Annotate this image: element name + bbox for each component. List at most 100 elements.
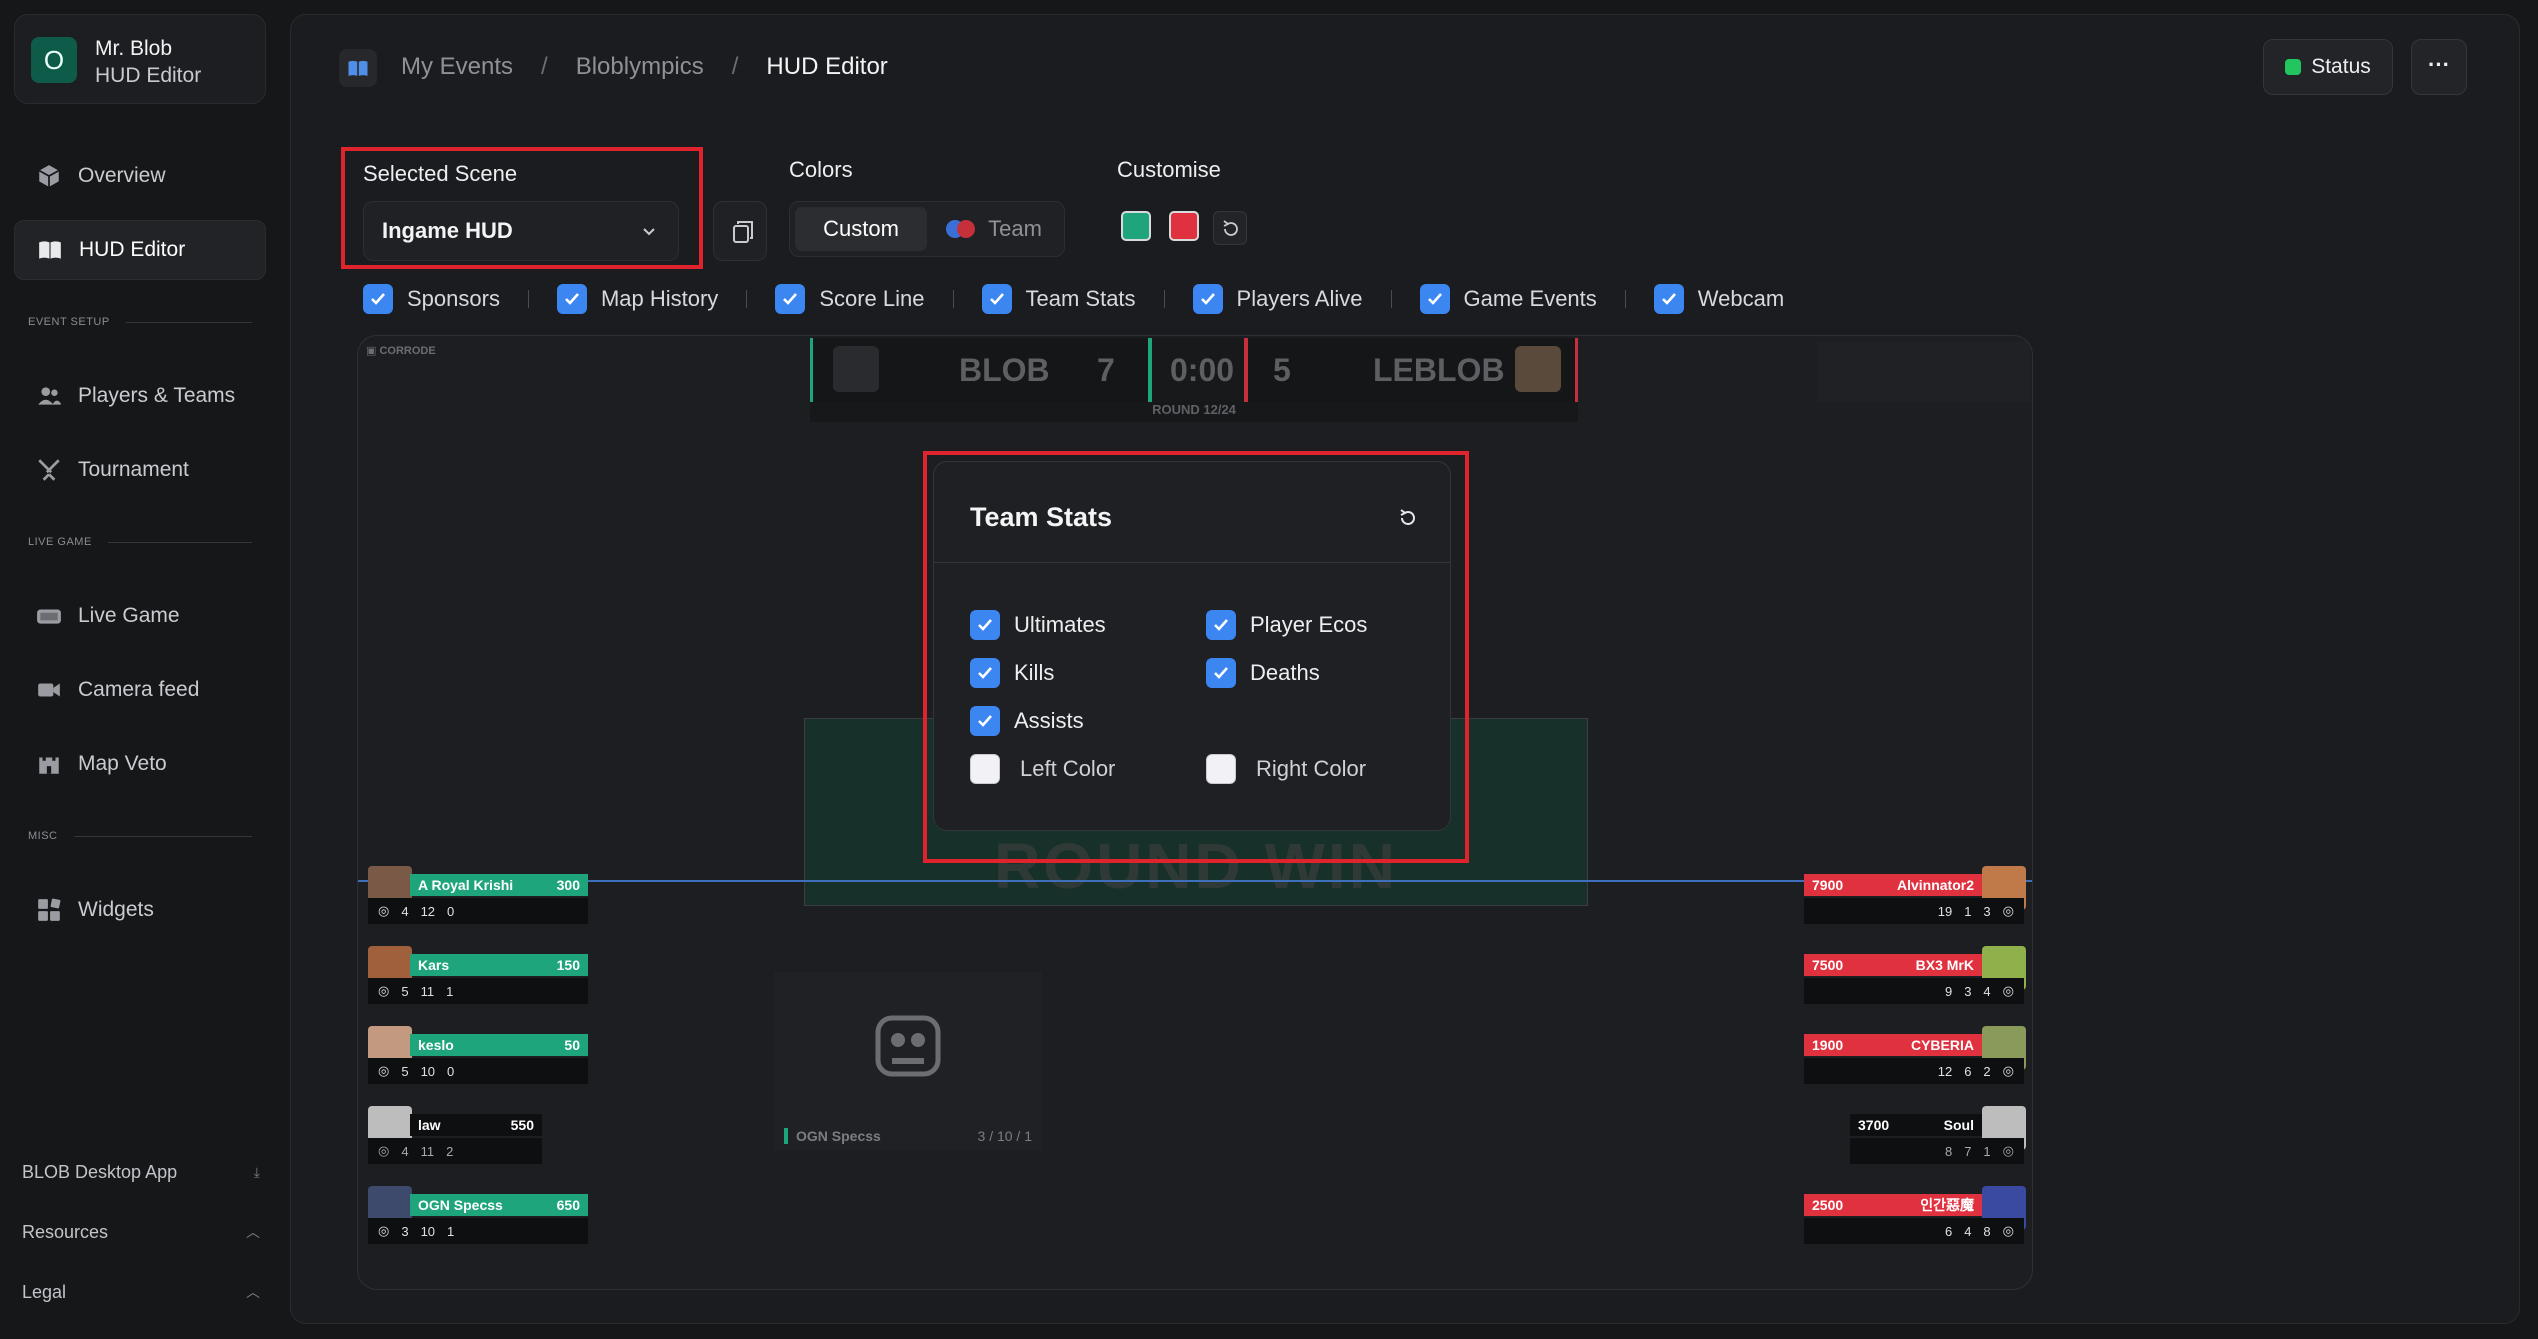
option-ultimates[interactable]: Ultimates: [970, 610, 1106, 640]
option-player-ecos[interactable]: Player Ecos: [1206, 610, 1367, 640]
swords-icon: [38, 459, 60, 481]
option-left-color[interactable]: Left Color: [970, 754, 1115, 784]
player-card-left-dead[interactable]: law 550 ◎ 4 11 2: [364, 1106, 544, 1164]
chevron-down-icon: [643, 228, 655, 236]
option-kills-label: Kills: [1014, 660, 1055, 685]
duplicate-scene-button[interactable]: [713, 201, 767, 261]
toggle-webcam[interactable]: Webcam: [1653, 284, 1784, 314]
player-deaths: 1: [1964, 903, 1972, 919]
colors-option-team-label: Team: [988, 216, 1042, 241]
toggle-players-alive-label: Players Alive: [1236, 286, 1363, 311]
right-color-swatch[interactable]: [1169, 211, 1199, 241]
player-deaths: 11: [420, 983, 435, 999]
checkbox-checked[interactable]: [970, 658, 1000, 688]
more-options-button[interactable]: ···: [2411, 39, 2467, 95]
toggle-map-history[interactable]: Map History: [556, 284, 718, 314]
checkbox-checked[interactable]: [1206, 610, 1236, 640]
nav-players-teams[interactable]: Players & Teams: [14, 366, 266, 426]
player-card-right[interactable]: 7900 Alvinnator2 19 1 3 ◎: [1802, 866, 2028, 924]
player-assists: 2: [446, 1143, 454, 1159]
reset-colors-button[interactable]: [1213, 211, 1247, 245]
webcam-player-stats: 3 / 10 / 1: [977, 1128, 1032, 1144]
selected-scene-label: Selected Scene: [363, 161, 518, 186]
toggle-game-events[interactable]: Game Events: [1419, 284, 1597, 314]
divider: [358, 880, 2032, 882]
legal-menu[interactable]: Legal ︿: [22, 1272, 260, 1312]
player-deaths: 4: [1964, 1223, 1972, 1239]
gamepad-icon: [37, 609, 61, 624]
checkbox-checked[interactable]: [1192, 284, 1223, 314]
checkbox-checked[interactable]: [775, 284, 806, 314]
left-color-swatch[interactable]: [1121, 211, 1151, 241]
player-credits: 50: [564, 1037, 580, 1053]
player-card-right[interactable]: 1900 CYBERIA 12 6 2 ◎: [1802, 1026, 2028, 1084]
team-right-name: LEBLOB: [1373, 352, 1505, 388]
player-card-left[interactable]: Kars 150 ◎ 5 11 1: [364, 946, 590, 1004]
player-assists: 3: [1983, 903, 1991, 919]
toggle-sponsors[interactable]: Sponsors: [363, 284, 500, 314]
section-live-game: LIVE GAME: [28, 536, 252, 548]
user-avatar: O: [31, 37, 77, 83]
map-history-widget[interactable]: [1818, 342, 2030, 402]
checkbox-checked[interactable]: [970, 610, 1000, 640]
divider: [952, 290, 954, 308]
option-player-ecos-label: Player Ecos: [1250, 612, 1368, 637]
toggle-score-line[interactable]: Score Line: [775, 284, 925, 314]
webcam-widget[interactable]: OGN Specss 3 / 10 / 1: [774, 972, 1042, 1150]
toggle-players-alive[interactable]: Players Alive: [1192, 284, 1363, 314]
checkbox-checked[interactable]: [1653, 284, 1684, 314]
desktop-app-label: BLOB Desktop App: [22, 1161, 178, 1182]
player-assists: 1: [1983, 1143, 1991, 1159]
option-right-color[interactable]: Right Color: [1206, 754, 1366, 784]
checkbox-checked[interactable]: [981, 284, 1012, 314]
option-kills[interactable]: Kills: [970, 658, 1054, 688]
toggle-game-events-label: Game Events: [1463, 286, 1597, 311]
scene-select[interactable]: Ingame HUD: [363, 201, 679, 261]
nav-tournament[interactable]: Tournament: [14, 440, 266, 500]
toggle-team-stats[interactable]: Team Stats: [981, 284, 1136, 314]
option-deaths[interactable]: Deaths: [1206, 658, 1320, 688]
player-card-left[interactable]: OGN Specss 650 ◎ 3 10 1: [364, 1186, 604, 1244]
nav-overview[interactable]: Overview: [14, 146, 266, 206]
ult-icon: ◎: [378, 1143, 390, 1158]
nav-widgets[interactable]: Widgets: [14, 880, 266, 940]
checkbox-checked[interactable]: [363, 284, 393, 314]
player-card-right-dead[interactable]: 3700 Soul 8 7 1 ◎: [1848, 1106, 2028, 1164]
nav-hud-editor[interactable]: HUD Editor: [14, 220, 266, 280]
breadcrumb-my-events[interactable]: My Events: [401, 53, 513, 81]
nav-live-game[interactable]: Live Game: [14, 586, 266, 646]
legal-label: Legal: [22, 1281, 67, 1302]
right-color-picker[interactable]: [1206, 754, 1236, 784]
team-stats-title: Team Stats: [970, 502, 1113, 532]
left-color-picker[interactable]: [970, 754, 1000, 784]
scoreboard[interactable]: BLOB 7 0:00 5 LEBLOB: [810, 338, 1578, 402]
section-misc: MISC: [28, 830, 252, 842]
user-card[interactable]: O Mr. Blob HUD Editor: [14, 14, 266, 104]
option-assists[interactable]: Assists: [970, 706, 1084, 736]
status-indicator: [2285, 59, 2302, 75]
checkbox-checked[interactable]: [556, 284, 587, 314]
nav-map-veto[interactable]: Map Veto: [14, 734, 266, 794]
colors-option-team[interactable]: Team: [927, 207, 1059, 251]
checkbox-checked[interactable]: [1206, 658, 1236, 688]
player-name: 인간惡魔: [1920, 1197, 1974, 1213]
checkbox-checked[interactable]: [970, 706, 1000, 736]
desktop-app-link[interactable]: BLOB Desktop App ⤓: [22, 1152, 260, 1192]
player-card-left[interactable]: keslo 50 ◎ 5 10 0: [364, 1026, 590, 1084]
nav-camera-feed[interactable]: Camera feed: [14, 660, 266, 720]
status-button[interactable]: Status: [2263, 39, 2393, 95]
option-left-color-label: Left Color: [1020, 756, 1116, 781]
resources-menu[interactable]: Resources ︿: [22, 1212, 260, 1252]
breadcrumb-bloblympics[interactable]: Bloblympics: [576, 53, 704, 81]
option-right-color-label: Right Color: [1256, 756, 1367, 781]
player-card-left[interactable]: A Royal Krishi 300 ◎ 4 12 0: [364, 866, 590, 924]
nav-overview-label: Overview: [78, 164, 166, 187]
colors-option-custom[interactable]: Custom: [795, 207, 927, 251]
player-kills: 8: [1944, 1143, 1953, 1159]
player-card-right[interactable]: 2500 인간惡魔 6 4 8 ◎: [1802, 1186, 2028, 1244]
reset-team-stats-button[interactable]: [1396, 506, 1420, 530]
divider: [1163, 290, 1165, 308]
checkbox-checked[interactable]: [1419, 284, 1450, 314]
chevron-up-icon: ︿: [246, 1284, 260, 1300]
player-card-right[interactable]: 7500 BX3 MrK 9 3 4 ◎: [1802, 946, 2028, 1004]
